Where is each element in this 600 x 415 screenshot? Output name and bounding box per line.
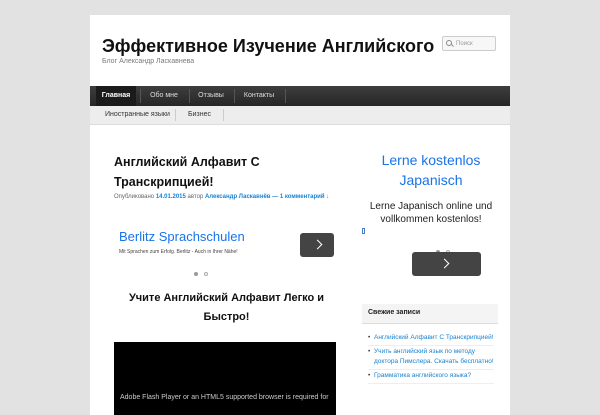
- article: Английский Алфавит С Транскрипцией! Опуб…: [102, 140, 349, 415]
- article-date-link[interactable]: 14.01.2015: [156, 194, 186, 200]
- meta-published-label: Опубликовано: [114, 194, 155, 200]
- inline-ad[interactable]: Berlitz Sprachschulen Mit Sprachen zum E…: [114, 227, 339, 276]
- nav-divider: [140, 89, 141, 103]
- widget-title: Свежие записи: [368, 309, 421, 316]
- nav-divider: [234, 89, 235, 103]
- subnav-divider: [223, 109, 224, 121]
- recent-post-link[interactable]: Учить английский язык по методу доктора …: [368, 346, 494, 370]
- pager-dot-active[interactable]: [194, 272, 198, 276]
- main-nav: Главная Обо мне Отзывы Контакты: [90, 86, 510, 106]
- widget-header: Свежие записи: [362, 304, 498, 324]
- video-player[interactable]: Adobe Flash Player or an HTML5 supported…: [114, 342, 336, 415]
- video-fallback-message: Adobe Flash Player or an HTML5 supported…: [120, 394, 329, 401]
- sidebar-ad-next-button[interactable]: [412, 252, 481, 276]
- recent-posts-widget: Свежие записи Английский Алфавит С Транс…: [362, 304, 498, 400]
- nav-divider: [285, 89, 286, 103]
- search-placeholder: Поиск: [456, 40, 473, 47]
- recent-posts-list: Английский Алфавит С Транскрипцией! Учит…: [368, 332, 494, 384]
- site-title[interactable]: Эффективное Изучение Английского: [102, 36, 434, 57]
- sub-nav: Иностранные языки Бизнес: [90, 106, 510, 125]
- sidebar-ad[interactable]: Lerne kostenlos Japanisch Lerne Japanisc…: [362, 140, 500, 281]
- inline-ad-next-button[interactable]: [300, 233, 334, 257]
- sidebar-ad-description: Lerne Japanisch online und vollkommen ko…: [369, 201, 493, 225]
- search-input[interactable]: Поиск: [442, 36, 496, 51]
- article-author-link[interactable]: Александр Ласкавнёв: [205, 194, 271, 200]
- site-description: Блог Александр Ласкавнева: [102, 58, 195, 65]
- subnav-item-business[interactable]: Бизнес: [188, 106, 211, 124]
- article-headline: Учите Английский Алфавит Легко и Быстро!: [128, 292, 325, 323]
- chevron-right-icon: [439, 258, 450, 269]
- article-meta: Опубликовано 14.01.2015 автор Александр …: [114, 193, 339, 202]
- article-comments-link[interactable]: — 1 комментарий ↓: [272, 194, 329, 200]
- nav-item-contacts[interactable]: Контакты: [237, 86, 281, 106]
- meta-author-label: автор: [187, 194, 204, 200]
- search-icon: [446, 39, 454, 48]
- recent-post-link[interactable]: Грамматика английского языка?: [368, 370, 494, 384]
- nav-divider: [189, 89, 190, 103]
- inline-ad-pager: [194, 261, 214, 280]
- subnav-divider: [175, 109, 176, 121]
- ad-choices-icon[interactable]: [362, 228, 365, 234]
- nav-item-home[interactable]: Главная: [96, 86, 136, 106]
- chevron-right-icon: [312, 239, 323, 250]
- nav-item-reviews[interactable]: Отзывы: [192, 86, 230, 106]
- nav-item-about[interactable]: Обо мне: [143, 86, 185, 106]
- pager-dot[interactable]: [204, 272, 208, 276]
- inline-ad-description: Mit Sprachen zum Erfolg. Berlitz - Auch …: [119, 249, 238, 255]
- subnav-item-foreign-languages[interactable]: Иностранные языки: [105, 106, 170, 124]
- recent-post-link[interactable]: Английский Алфавит С Транскрипцией!: [368, 332, 494, 346]
- sidebar-ad-title[interactable]: Lerne kostenlos Japanisch: [362, 150, 500, 190]
- inline-ad-title[interactable]: Berlitz Sprachschulen: [119, 229, 245, 244]
- article-title[interactable]: Английский Алфавит С Транскрипцией!: [114, 152, 339, 192]
